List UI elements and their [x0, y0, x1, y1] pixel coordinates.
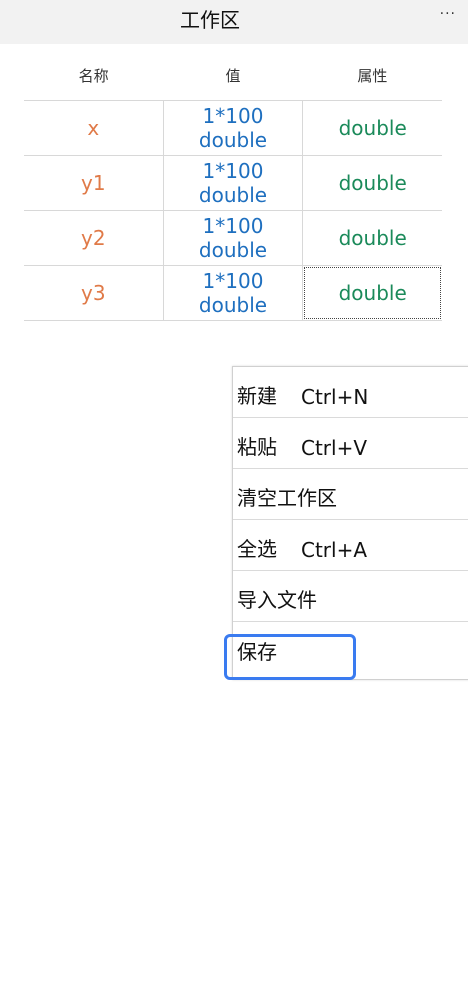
variable-value-cell[interactable]: 1*100 double	[164, 101, 304, 155]
menu-item-import-file[interactable]: 导入文件	[233, 571, 468, 622]
column-header-name: 名称	[78, 66, 109, 85]
table-row[interactable]: y1 1*100 double double	[24, 156, 442, 211]
page-title: 工作区	[180, 8, 240, 32]
table-row[interactable]: y2 1*100 double double	[24, 211, 442, 266]
menu-item-shortcut: Ctrl+V	[301, 436, 368, 460]
variable-value-cell[interactable]: 1*100 double	[164, 156, 304, 210]
variable-name-cell[interactable]: y3	[24, 266, 164, 320]
variable-attribute-cell[interactable]: double	[303, 101, 442, 155]
menu-item-select-all[interactable]: 全选 Ctrl+A	[233, 520, 468, 571]
variable-value-cell[interactable]: 1*100 double	[164, 266, 304, 320]
menu-item-label: 导入文件	[237, 588, 317, 612]
menu-item-shortcut: Ctrl+A	[301, 538, 368, 562]
menu-item-save[interactable]: 保存	[233, 622, 468, 673]
value-type: double	[198, 128, 268, 152]
variable-value-cell[interactable]: 1*100 double	[164, 211, 304, 265]
variable-name-cell[interactable]: y1	[24, 156, 164, 210]
workspace-table: 名称 值 属性 x 1*100 double double y1 1*100 d…	[24, 50, 442, 321]
table-header: 名称 值 属性	[24, 50, 442, 101]
value-size: 1*100	[202, 214, 264, 238]
menu-item-label: 新建	[237, 384, 277, 408]
table-body: x 1*100 double double y1 1*100 double do…	[24, 101, 442, 321]
value-size: 1*100	[202, 269, 264, 293]
value-type: double	[198, 183, 268, 207]
value-size: 1*100	[202, 104, 264, 128]
variable-name-cell[interactable]: y2	[24, 211, 164, 265]
context-menu: 新建 Ctrl+N 粘贴 Ctrl+V 清空工作区 全选 Ctrl+A 导入文件…	[232, 366, 468, 680]
table-row[interactable]: x 1*100 double double	[24, 101, 442, 156]
variable-attribute-cell-selected[interactable]: double	[303, 266, 442, 320]
value-size: 1*100	[202, 159, 264, 183]
menu-item-label: 全选	[237, 537, 277, 561]
variable-attribute-cell[interactable]: double	[303, 211, 442, 265]
menu-item-label: 粘贴	[237, 435, 277, 459]
menu-item-paste[interactable]: 粘贴 Ctrl+V	[233, 418, 468, 469]
variable-attribute-cell[interactable]: double	[303, 156, 442, 210]
value-type: double	[198, 238, 268, 262]
column-header-attribute: 属性	[357, 66, 388, 85]
menu-item-label: 清空工作区	[237, 486, 337, 510]
menu-item-label: 保存	[237, 640, 277, 664]
column-header-value: 值	[225, 66, 241, 85]
table-row[interactable]: y3 1*100 double double	[24, 266, 442, 321]
variable-name-cell[interactable]: x	[24, 101, 164, 155]
menu-item-new[interactable]: 新建 Ctrl+N	[233, 367, 468, 418]
menu-item-clear-workspace[interactable]: 清空工作区	[233, 469, 468, 520]
title-bar: 工作区 ···	[0, 0, 468, 44]
menu-item-shortcut: Ctrl+N	[301, 385, 369, 409]
more-icon[interactable]: ···	[440, 6, 456, 22]
value-type: double	[198, 293, 268, 317]
